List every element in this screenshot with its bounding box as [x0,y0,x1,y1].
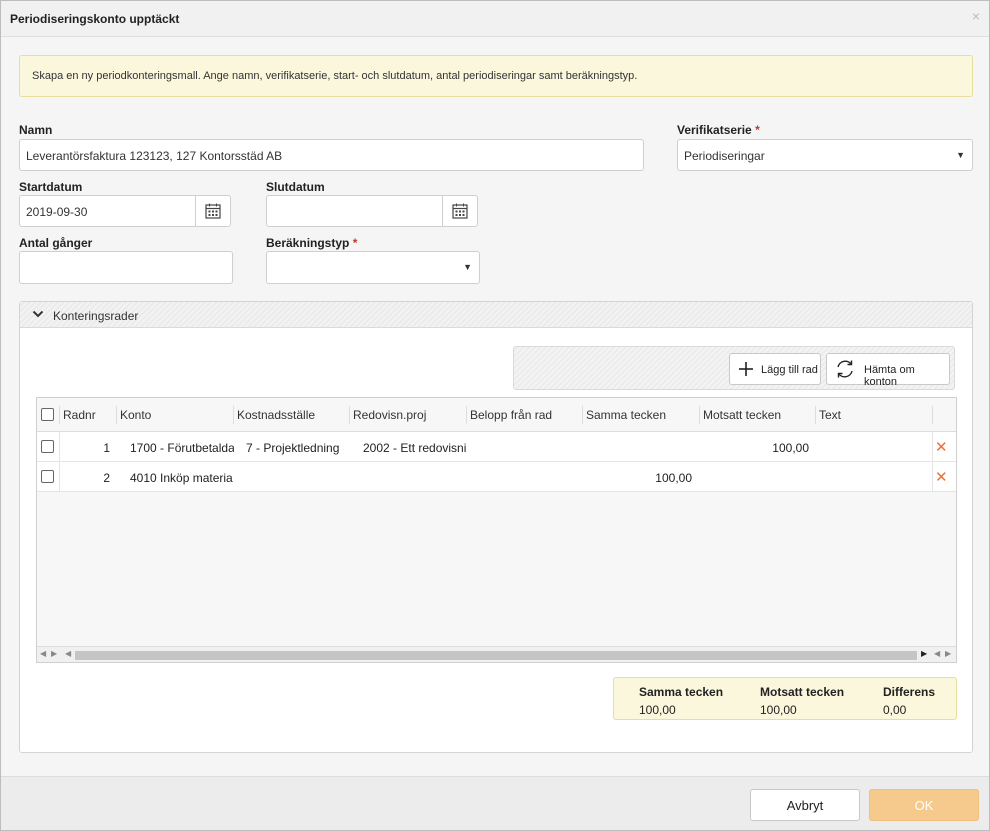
column-header-motsatt-tecken[interactable]: Motsatt tecken [703,408,781,422]
startdatum-input[interactable]: 2019-09-30 [19,195,196,227]
verifikatserie-label: Verifikatserie * [677,123,760,137]
cell-kostnadsstalle[interactable]: 7 - Projektledning [246,441,350,455]
konteringsrader-panel: Konteringsrader Lägg till rad Hämta om k… [19,301,973,753]
startdatum-label: Startdatum [19,180,83,194]
grid-header: Radnr Konto Kostnadsställe Redovisn.proj… [37,398,956,432]
refresh-accounts-button[interactable]: Hämta om konton [826,353,950,388]
ok-button[interactable]: OK [869,789,979,821]
plus-icon [739,362,753,376]
close-icon[interactable]: × [972,8,980,24]
refresh-icon [837,360,853,378]
antal-input[interactable] [19,251,233,284]
cell-motsatt-tecken[interactable]: 100,00 [703,441,809,455]
column-header-radnr[interactable]: Radnr [63,408,96,422]
table-row[interactable]: 1 1700 - Förutbetalda 7 - Projektledning… [37,432,956,462]
namn-label: Namn [19,123,53,137]
konteringsrader-grid: Radnr Konto Kostnadsställe Redovisn.proj… [36,397,957,663]
total-samma-value: 100,00 [639,703,676,717]
grid-toolbar: Lägg till rad Hämta om konton [513,346,955,390]
total-differens-label: Differens [883,685,936,699]
row-checkbox[interactable] [41,440,54,453]
total-differens-value: 0,00 [883,703,907,717]
dialog: Periodiseringskonto upptäckt × Skapa en … [0,0,990,831]
slutdatum-input[interactable] [266,195,443,227]
cell-redovisn-proj[interactable]: 2002 - Ett redovisni [363,441,467,455]
verifikatserie-value: Periodiseringar [684,149,765,163]
verifikatserie-select[interactable]: Periodiseringar ▼ [677,139,973,171]
row-checkbox[interactable] [41,470,54,483]
panel-title: Konteringsrader [53,309,139,323]
column-header-samma-tecken[interactable]: Samma tecken [586,408,666,422]
add-row-button[interactable]: Lägg till rad [729,353,821,385]
column-header-konto[interactable]: Konto [120,408,151,422]
select-all-checkbox[interactable] [41,408,54,421]
table-row[interactable]: 2 4010 Inköp materia 100,00 ✕ [37,462,956,492]
dialog-footer: Avbryt OK [1,776,989,830]
dialog-title: Periodiseringskonto upptäckt [10,12,180,26]
panel-header[interactable]: Konteringsrader [20,302,972,328]
cell-konto[interactable]: 4010 Inköp materia [130,471,234,485]
dialog-titlebar: Periodiseringskonto upptäckt × [1,1,989,37]
scroll-left-icon[interactable]: ◀ [65,649,71,658]
scroll-right-icon[interactable]: ▶ [921,649,927,658]
antal-label: Antal gånger [19,236,93,250]
total-samma-label: Samma tecken [639,685,724,699]
scroll-left-icon[interactable]: ◀ [934,649,940,658]
cell-radnr: 1 [103,441,110,455]
cell-samma-tecken[interactable]: 100,00 [586,471,692,485]
totals-box: Samma tecken 100,00 Motsatt tecken 100,0… [613,677,957,720]
dropdown-arrow-icon: ▼ [956,150,965,160]
scroll-right-icon[interactable]: ▶ [51,649,57,658]
calendar-icon[interactable] [195,195,231,227]
total-motsatt-label: Motsatt tecken [760,685,845,699]
refresh-accounts-label: Hämta om konton [864,364,915,388]
berakningstyp-label: Beräkningstyp * [266,236,358,250]
scroll-left-icon[interactable]: ◀ [40,649,46,658]
slutdatum-label: Slutdatum [266,180,325,194]
scrollbar-thumb[interactable] [75,651,917,660]
scroll-right-icon[interactable]: ▶ [945,649,951,658]
namn-input[interactable]: Leverantörsfaktura 123123, 127 Kontorsst… [19,139,644,171]
calendar-icon[interactable] [442,195,478,227]
cell-konto[interactable]: 1700 - Förutbetalda [130,441,234,455]
total-motsatt-value: 100,00 [760,703,797,717]
column-header-redovisn-proj[interactable]: Redovisn.proj [353,408,426,422]
berakningstyp-select[interactable]: ▼ [266,251,480,284]
dropdown-arrow-icon: ▼ [463,262,472,272]
delete-row-icon[interactable]: ✕ [935,468,948,486]
column-header-kostnadsstalle[interactable]: Kostnadsställe [237,408,315,422]
column-header-text[interactable]: Text [819,408,841,422]
chevron-down-icon[interactable] [32,308,44,320]
delete-row-icon[interactable]: ✕ [935,438,948,456]
horizontal-scrollbar[interactable]: ◀ ▶ ◀ ▶ ◀ ▶ [37,646,956,662]
cell-radnr: 2 [103,471,110,485]
cancel-button[interactable]: Avbryt [750,789,860,821]
info-message: Skapa en ny periodkonteringsmall. Ange n… [19,55,973,97]
column-header-belopp-fran-rad[interactable]: Belopp från rad [470,408,552,422]
add-row-label: Lägg till rad [761,364,818,376]
